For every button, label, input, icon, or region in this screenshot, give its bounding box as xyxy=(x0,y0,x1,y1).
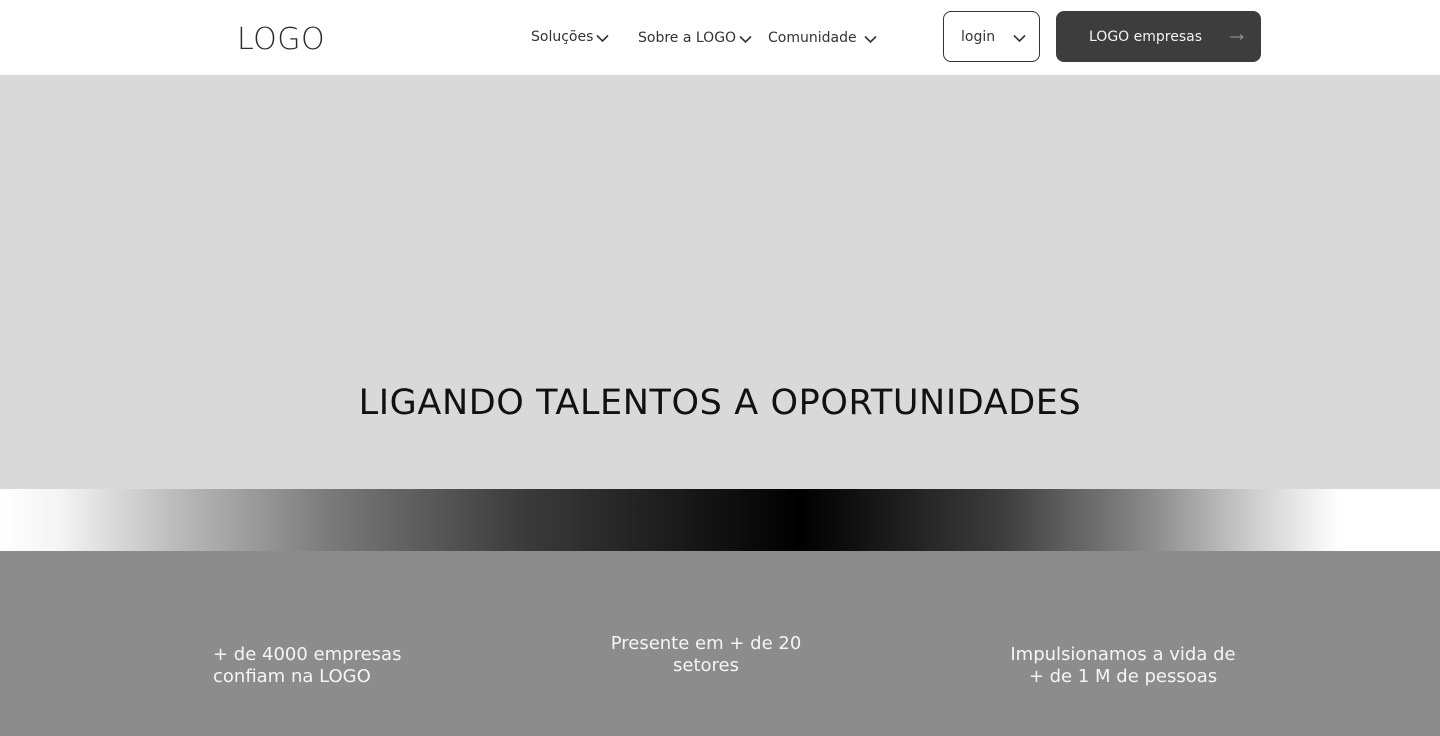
login-label: login xyxy=(961,29,996,45)
nav-item-solucoes[interactable]: Soluções xyxy=(531,27,609,47)
stat-line: setores xyxy=(673,655,739,676)
site-header: LOGO Soluções Sobre a LOGO Comunidade lo… xyxy=(0,0,1440,75)
stat-line: confiam na LOGO xyxy=(213,666,371,687)
hero-title: LIGANDO TALENTOS A OPORTUNIDADES xyxy=(358,383,1082,423)
stat-line: Presente em + de 20 xyxy=(610,633,802,654)
stat-line: + de 1 M de pessoas xyxy=(1028,666,1218,687)
hero-section: LIGANDO TALENTOS A OPORTUNIDADES xyxy=(0,75,1440,489)
stat-empresas: + de 4000 empresas confiam na LOGO xyxy=(213,644,401,688)
stats-section: + de 4000 empresas confiam na LOGO Prese… xyxy=(0,551,1440,736)
nav-item-comunidade[interactable]: Comunidade xyxy=(768,28,877,48)
login-dropdown[interactable]: login xyxy=(943,11,1040,62)
arrow-right-icon xyxy=(1230,34,1244,40)
nav-label: Soluções xyxy=(531,29,594,45)
chevron-down-icon xyxy=(864,35,877,44)
stat-setores: Presente em + de 20 setores xyxy=(606,633,806,677)
chevron-down-icon xyxy=(1013,34,1026,43)
cta-label: LOGO empresas xyxy=(1089,29,1203,45)
nav-label: Sobre a LOGO xyxy=(638,30,737,46)
logo[interactable]: LOGO xyxy=(237,21,325,59)
chevron-down-icon xyxy=(596,34,609,43)
stat-pessoas: Impulsionamos a vida de + de 1 M de pess… xyxy=(1003,644,1243,688)
nav-label: Comunidade xyxy=(768,30,857,46)
nav-item-sobre[interactable]: Sobre a LOGO xyxy=(638,28,752,48)
chevron-down-icon xyxy=(739,35,752,44)
stat-line: + de 4000 empresas xyxy=(213,644,402,665)
gradient-band xyxy=(0,489,1440,551)
stat-line: Impulsionamos a vida de xyxy=(1010,644,1236,665)
logo-empresas-button[interactable]: LOGO empresas xyxy=(1056,11,1261,62)
